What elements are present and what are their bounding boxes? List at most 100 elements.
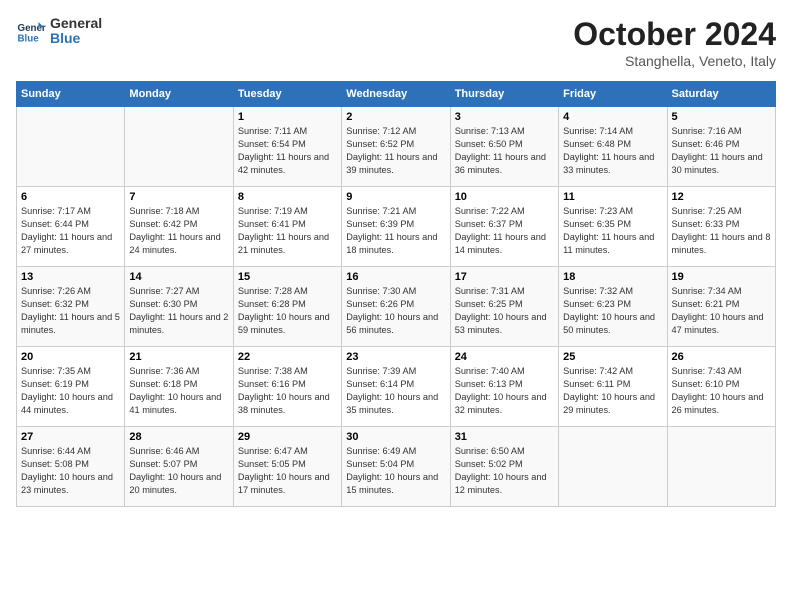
svg-text:General: General <box>18 23 47 34</box>
day-details: Sunrise: 6:47 AM Sunset: 5:05 PM Dayligh… <box>238 445 337 497</box>
calendar-cell: 6 Sunrise: 7:17 AM Sunset: 6:44 PM Daylig… <box>17 187 125 267</box>
calendar-cell: 11Sunrise: 7:23 AM Sunset: 6:35 PM Dayli… <box>559 187 667 267</box>
weekday-header-friday: Friday <box>559 82 667 107</box>
weekday-header-monday: Monday <box>125 82 233 107</box>
day-details: Sunrise: 7:30 AM Sunset: 6:26 PM Dayligh… <box>346 285 445 337</box>
day-details: Sunrise: 7:12 AM Sunset: 6:52 PM Dayligh… <box>346 125 445 177</box>
calendar-cell <box>17 107 125 187</box>
week-row-1: 1 Sunrise: 7:11 AM Sunset: 6:54 PM Daylig… <box>17 107 776 187</box>
day-number: 24 <box>455 351 554 363</box>
day-number: 12 <box>672 191 771 203</box>
calendar-cell: 10Sunrise: 7:22 AM Sunset: 6:37 PM Dayli… <box>450 187 558 267</box>
calendar-cell: 19 Sunrise: 7:34 AM Sunset: 6:21 PM Dayli… <box>667 267 775 347</box>
day-details: Sunrise: 7:35 AM Sunset: 6:19 PM Dayligh… <box>21 365 120 417</box>
day-details: Sunrise: 7:32 AM Sunset: 6:23 PM Dayligh… <box>563 285 662 337</box>
calendar-cell: 7Sunrise: 7:18 AM Sunset: 6:42 PM Daylig… <box>125 187 233 267</box>
day-number: 18 <box>563 271 662 283</box>
day-details: Sunrise: 7:31 AM Sunset: 6:25 PM Dayligh… <box>455 285 554 337</box>
day-details: Sunrise: 6:49 AM Sunset: 5:04 PM Dayligh… <box>346 445 445 497</box>
day-details: Sunrise: 7:36 AM Sunset: 6:18 PM Dayligh… <box>129 365 228 417</box>
calendar-cell <box>125 107 233 187</box>
day-details: Sunrise: 7:28 AM Sunset: 6:28 PM Dayligh… <box>238 285 337 337</box>
day-details: Sunrise: 7:11 AM Sunset: 6:54 PM Dayligh… <box>238 125 337 177</box>
weekday-header-thursday: Thursday <box>450 82 558 107</box>
day-number: 30 <box>346 431 445 443</box>
day-details: Sunrise: 7:43 AM Sunset: 6:10 PM Dayligh… <box>672 365 771 417</box>
calendar-cell: 17 Sunrise: 7:31 AM Sunset: 6:25 PM Dayli… <box>450 267 558 347</box>
day-number: 28 <box>129 431 228 443</box>
day-details: Sunrise: 7:17 AM Sunset: 6:44 PM Dayligh… <box>21 205 120 257</box>
month-title: October 2024 <box>573 16 776 53</box>
calendar-cell: 23 Sunrise: 7:39 AM Sunset: 6:14 PM Dayli… <box>342 347 450 427</box>
location-subtitle: Stanghella, Veneto, Italy <box>573 53 776 69</box>
day-details: Sunrise: 6:46 AM Sunset: 5:07 PM Dayligh… <box>129 445 228 497</box>
day-details: Sunrise: 7:25 AM Sunset: 6:33 PM Dayligh… <box>672 205 771 257</box>
calendar-cell: 14Sunrise: 7:27 AM Sunset: 6:30 PM Dayli… <box>125 267 233 347</box>
calendar-cell: 12 Sunrise: 7:25 AM Sunset: 6:33 PM Dayli… <box>667 187 775 267</box>
day-details: Sunrise: 7:22 AM Sunset: 6:37 PM Dayligh… <box>455 205 554 257</box>
day-number: 20 <box>21 351 120 363</box>
day-number: 29 <box>238 431 337 443</box>
day-details: Sunrise: 7:21 AM Sunset: 6:39 PM Dayligh… <box>346 205 445 257</box>
calendar-cell: 31 Sunrise: 6:50 AM Sunset: 5:02 PM Dayli… <box>450 427 558 507</box>
page-header: General Blue General Blue October 2024 S… <box>16 16 776 69</box>
calendar-table: SundayMondayTuesdayWednesdayThursdayFrid… <box>16 81 776 507</box>
day-details: Sunrise: 7:38 AM Sunset: 6:16 PM Dayligh… <box>238 365 337 417</box>
day-number: 26 <box>672 351 771 363</box>
day-number: 4 <box>563 111 662 123</box>
day-number: 17 <box>455 271 554 283</box>
day-number: 31 <box>455 431 554 443</box>
day-details: Sunrise: 7:42 AM Sunset: 6:11 PM Dayligh… <box>563 365 662 417</box>
day-details: Sunrise: 7:23 AM Sunset: 6:35 PM Dayligh… <box>563 205 662 257</box>
calendar-cell: 13Sunrise: 7:26 AM Sunset: 6:32 PM Dayli… <box>17 267 125 347</box>
logo-line2: Blue <box>50 31 102 46</box>
calendar-cell: 21 Sunrise: 7:36 AM Sunset: 6:18 PM Dayli… <box>125 347 233 427</box>
calendar-cell: 8Sunrise: 7:19 AM Sunset: 6:41 PM Daylig… <box>233 187 341 267</box>
day-number: 23 <box>346 351 445 363</box>
day-number: 3 <box>455 111 554 123</box>
day-number: 22 <box>238 351 337 363</box>
weekday-header-wednesday: Wednesday <box>342 82 450 107</box>
logo: General Blue General Blue <box>16 16 102 47</box>
calendar-cell <box>667 427 775 507</box>
calendar-cell <box>559 427 667 507</box>
week-row-3: 13Sunrise: 7:26 AM Sunset: 6:32 PM Dayli… <box>17 267 776 347</box>
day-details: Sunrise: 6:50 AM Sunset: 5:02 PM Dayligh… <box>455 445 554 497</box>
logo-line1: General <box>50 16 102 31</box>
calendar-cell: 27 Sunrise: 6:44 AM Sunset: 5:08 PM Dayli… <box>17 427 125 507</box>
day-details: Sunrise: 7:34 AM Sunset: 6:21 PM Dayligh… <box>672 285 771 337</box>
day-number: 1 <box>238 111 337 123</box>
day-number: 27 <box>21 431 120 443</box>
week-row-5: 27 Sunrise: 6:44 AM Sunset: 5:08 PM Dayli… <box>17 427 776 507</box>
title-block: October 2024 Stanghella, Veneto, Italy <box>573 16 776 69</box>
weekday-header-saturday: Saturday <box>667 82 775 107</box>
week-row-2: 6 Sunrise: 7:17 AM Sunset: 6:44 PM Daylig… <box>17 187 776 267</box>
calendar-cell: 26 Sunrise: 7:43 AM Sunset: 6:10 PM Dayli… <box>667 347 775 427</box>
day-number: 8 <box>238 191 337 203</box>
logo-icon: General Blue <box>16 16 46 46</box>
calendar-cell: 18 Sunrise: 7:32 AM Sunset: 6:23 PM Dayli… <box>559 267 667 347</box>
day-details: Sunrise: 6:44 AM Sunset: 5:08 PM Dayligh… <box>21 445 120 497</box>
weekday-header-sunday: Sunday <box>17 82 125 107</box>
svg-text:Blue: Blue <box>18 34 40 45</box>
day-number: 7 <box>129 191 228 203</box>
calendar-cell: 1 Sunrise: 7:11 AM Sunset: 6:54 PM Daylig… <box>233 107 341 187</box>
calendar-cell: 28 Sunrise: 6:46 AM Sunset: 5:07 PM Dayli… <box>125 427 233 507</box>
day-details: Sunrise: 7:39 AM Sunset: 6:14 PM Dayligh… <box>346 365 445 417</box>
calendar-cell: 9Sunrise: 7:21 AM Sunset: 6:39 PM Daylig… <box>342 187 450 267</box>
weekday-header-tuesday: Tuesday <box>233 82 341 107</box>
weekday-header-row: SundayMondayTuesdayWednesdayThursdayFrid… <box>17 82 776 107</box>
day-details: Sunrise: 7:26 AM Sunset: 6:32 PM Dayligh… <box>21 285 120 337</box>
calendar-cell: 16 Sunrise: 7:30 AM Sunset: 6:26 PM Dayli… <box>342 267 450 347</box>
day-details: Sunrise: 7:40 AM Sunset: 6:13 PM Dayligh… <box>455 365 554 417</box>
day-number: 15 <box>238 271 337 283</box>
calendar-cell: 24 Sunrise: 7:40 AM Sunset: 6:13 PM Dayli… <box>450 347 558 427</box>
day-number: 25 <box>563 351 662 363</box>
calendar-cell: 3Sunrise: 7:13 AM Sunset: 6:50 PM Daylig… <box>450 107 558 187</box>
day-details: Sunrise: 7:14 AM Sunset: 6:48 PM Dayligh… <box>563 125 662 177</box>
day-number: 21 <box>129 351 228 363</box>
day-number: 6 <box>21 191 120 203</box>
day-number: 2 <box>346 111 445 123</box>
day-number: 16 <box>346 271 445 283</box>
day-number: 19 <box>672 271 771 283</box>
